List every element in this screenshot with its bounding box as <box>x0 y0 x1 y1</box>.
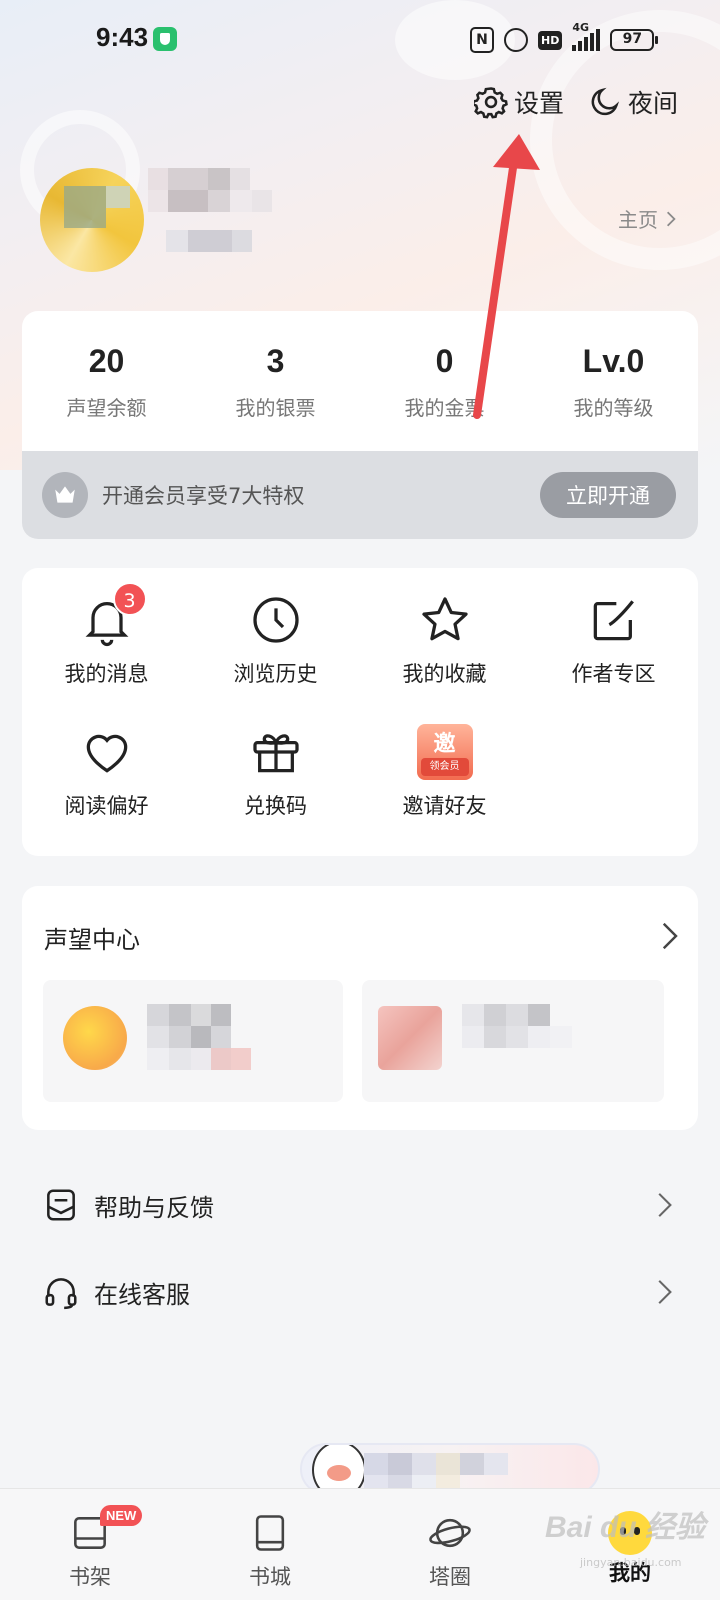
feature-invite-friends[interactable]: 邀 领会员 邀请好友 <box>360 724 529 820</box>
blurred-content <box>364 1453 508 1475</box>
gear-icon <box>474 87 508 119</box>
headset-icon <box>45 1278 77 1310</box>
status-icons: N HD 4G 97 <box>470 21 659 56</box>
user-id-blurred <box>166 230 252 252</box>
battery-icon: 97 <box>610 29 659 51</box>
avatar-pixel <box>106 186 130 208</box>
feature-history[interactable]: 浏览历史 <box>191 592 360 688</box>
feature-redeem-code[interactable]: 兑换码 <box>191 724 360 820</box>
stat-gold-tickets[interactable]: 0 我的金票 <box>360 311 529 451</box>
stat-value: 20 <box>88 343 125 379</box>
list-item-help-feedback[interactable]: 帮助与反馈 <box>0 1170 720 1240</box>
homepage-label: 主页 <box>618 208 658 232</box>
blurred-content <box>462 1026 572 1048</box>
stat-level[interactable]: Lv.0 我的等级 <box>529 311 698 451</box>
reputation-card[interactable]: 声望中心 <box>22 886 698 1130</box>
feature-reading-preference[interactable]: 阅读偏好 <box>22 724 191 820</box>
shield-icon <box>153 27 177 51</box>
feature-label: 作者专区 <box>571 662 656 686</box>
stat-silver-tickets[interactable]: 3 我的银票 <box>191 311 360 451</box>
planet-icon <box>429 1518 471 1548</box>
invite-icon-subtext: 领会员 <box>420 758 469 776</box>
heart-icon <box>86 734 127 773</box>
feature-label: 邀请好友 <box>402 794 487 818</box>
blurred-content <box>147 1026 231 1048</box>
reputation-item[interactable] <box>43 980 343 1102</box>
feature-messages[interactable]: 3 我的消息 <box>22 582 191 688</box>
avatar-pixel <box>64 186 106 228</box>
invite-icon-text: 邀 <box>433 732 456 757</box>
edit-icon <box>593 600 634 641</box>
night-mode-button[interactable]: 夜间 <box>588 82 678 122</box>
chevron-right-icon <box>666 211 676 226</box>
stat-label: 声望余额 <box>66 396 147 420</box>
nav-bookshelf[interactable]: NEW 书架 <box>0 1489 180 1600</box>
nav-bookstore[interactable]: 书城 <box>180 1489 360 1600</box>
reputation-item[interactable] <box>362 980 664 1102</box>
feature-label: 兑换码 <box>244 794 307 818</box>
list-item-customer-service[interactable]: 在线客服 <box>0 1257 720 1327</box>
blurred-content <box>147 1048 251 1070</box>
vip-open-button[interactable]: 立即开通 <box>540 472 676 518</box>
list-label: 在线客服 <box>94 1280 190 1309</box>
nav-label: 塔圈 <box>429 1565 471 1589</box>
reputation-item-image <box>378 1006 442 1070</box>
nav-label: 书城 <box>249 1565 291 1589</box>
username-blurred <box>148 190 272 212</box>
moon-icon <box>591 87 620 116</box>
watermark: Bai du 经验 <box>545 1511 706 1544</box>
username-blurred <box>148 168 250 190</box>
feature-label: 我的消息 <box>64 662 149 686</box>
stat-label: 我的金票 <box>404 396 485 420</box>
new-badge: NEW <box>100 1505 143 1526</box>
network-label: 4G <box>572 21 590 34</box>
chevron-right-icon <box>658 1280 672 1304</box>
nav-community[interactable]: 塔圈 <box>360 1489 540 1600</box>
nfc-icon: N <box>470 27 494 53</box>
stat-label: 我的银票 <box>235 396 316 420</box>
vip-text: 开通会员享受7大特权 <box>102 484 305 508</box>
clock-icon <box>252 597 299 643</box>
book-icon <box>255 1515 285 1551</box>
night-label: 夜间 <box>628 89 679 118</box>
feature-label: 我的收藏 <box>402 662 487 686</box>
stat-value: Lv.0 <box>582 343 645 379</box>
feature-author-zone[interactable]: 作者专区 <box>529 592 698 688</box>
feedback-icon <box>47 1189 75 1221</box>
message-count-badge: 3 <box>112 582 147 616</box>
feature-label: 浏览历史 <box>233 662 318 686</box>
chevron-right-icon <box>658 1193 672 1217</box>
stat-value: 3 <box>266 343 285 379</box>
reputation-title: 声望中心 <box>44 926 140 954</box>
crown-icon <box>42 472 88 518</box>
blurred-content <box>147 1004 231 1026</box>
reputation-item-image <box>63 1006 127 1070</box>
list-label: 帮助与反馈 <box>94 1193 214 1222</box>
status-bar: 9:43 N HD 4G 97 <box>0 0 720 80</box>
avatar[interactable] <box>40 168 144 272</box>
hd-icon: HD <box>538 30 563 50</box>
features-card: 3 我的消息 浏览历史 我的收藏 作者专区 阅读偏好 兑换码 邀 领会员 邀请好… <box>22 568 698 856</box>
star-icon <box>421 597 468 641</box>
vip-banner[interactable]: 开通会员享受7大特权 立即开通 <box>22 451 698 539</box>
settings-label: 设置 <box>514 89 565 118</box>
nav-label: 书架 <box>69 1565 111 1589</box>
feature-favorites[interactable]: 我的收藏 <box>360 592 529 688</box>
blurred-content <box>462 1004 550 1026</box>
gift-icon <box>252 734 299 773</box>
watermark-url: jingyan.baidu.com <box>580 1556 682 1569</box>
settings-button[interactable]: 设置 <box>474 82 564 122</box>
stat-reputation[interactable]: 20 声望余额 <box>22 311 191 451</box>
signal-icon: 4G <box>572 21 601 51</box>
invite-icon: 邀 领会员 <box>416 724 473 780</box>
feature-label: 阅读偏好 <box>64 794 149 818</box>
status-time: 9:43 <box>96 22 149 52</box>
homepage-link[interactable]: 主页 <box>618 204 678 233</box>
stat-value: 0 <box>435 343 454 379</box>
stats-card: 20 声望余额 3 我的银票 0 我的金票 Lv.0 我的等级 开通会员享受7大… <box>22 311 698 539</box>
alarm-icon <box>504 28 528 52</box>
stat-label: 我的等级 <box>573 396 654 420</box>
chevron-right-icon[interactable] <box>660 922 678 950</box>
